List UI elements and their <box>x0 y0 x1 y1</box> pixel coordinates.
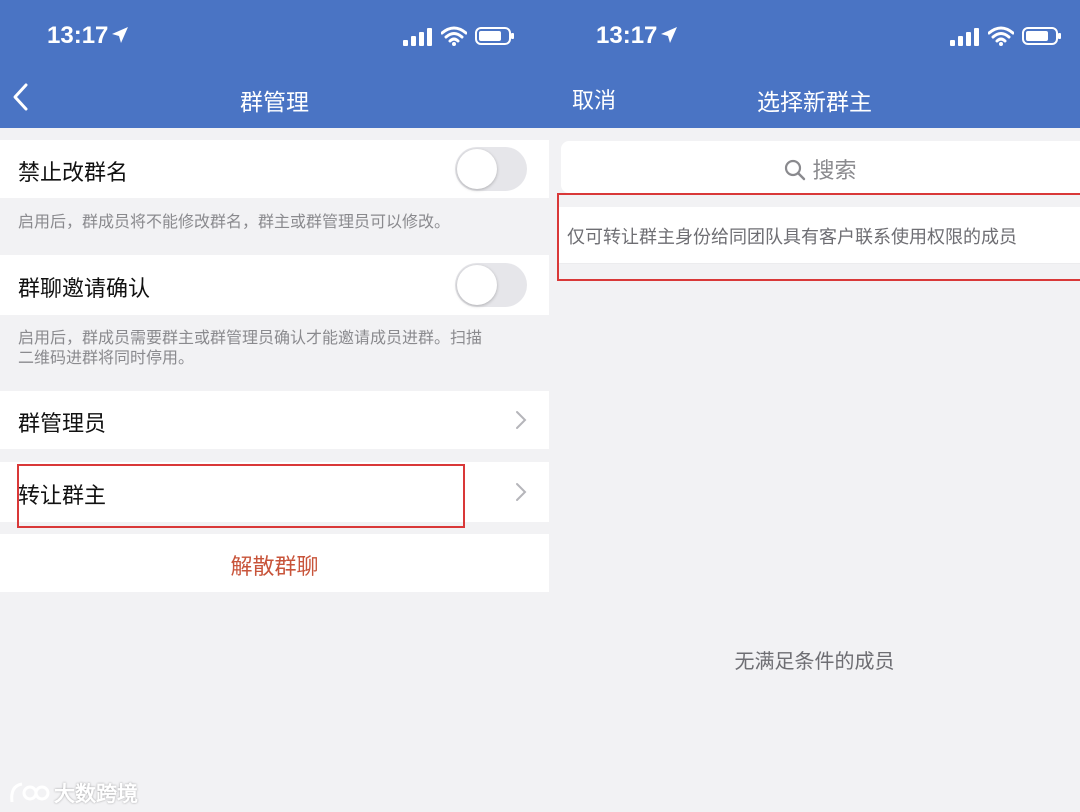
invite-confirm-toggle[interactable] <box>455 263 527 307</box>
rename-lock-hint: 启用后，群成员将不能修改群名，群主或群管理员可以修改。 <box>18 212 451 231</box>
search-bar[interactable]: 搜索 <box>561 141 1080 193</box>
watermark: 大数跨境 <box>8 776 138 810</box>
highlight-box-notice <box>557 193 1080 281</box>
wifi-icon <box>988 26 1014 46</box>
dissolve-group-button[interactable]: 解散群聊 <box>0 549 549 581</box>
location-arrow-icon <box>112 27 128 43</box>
status-time: 13:17 <box>596 22 658 49</box>
battery-icon <box>475 27 514 45</box>
watermark-logo-icon <box>10 782 50 803</box>
dissolve-group-row[interactable]: 解散群聊 <box>0 534 549 592</box>
chevron-right-icon <box>516 411 527 429</box>
search-field[interactable]: 搜索 <box>561 153 1080 185</box>
rename-lock-label: 禁止改群名 <box>18 161 129 186</box>
invite-confirm-row: 群聊邀请确认 <box>0 255 549 315</box>
cellular-signal-icon <box>403 28 432 46</box>
group-admins-row[interactable]: 群管理员 <box>0 391 549 449</box>
status-icons <box>403 26 514 46</box>
location-arrow-icon <box>661 27 677 43</box>
toggle-knob <box>457 265 497 305</box>
search-placeholder: 搜索 <box>812 159 857 184</box>
battery-icon <box>1022 27 1061 45</box>
invite-confirm-label: 群聊邀请确认 <box>18 277 151 302</box>
chevron-right-icon <box>516 483 527 501</box>
toggle-knob <box>457 149 497 189</box>
group-management-screen: 13:17 群管理 禁止改群名 启用后，群成员将不能修改群名，群主或群管理员可以… <box>0 0 549 812</box>
search-icon <box>785 159 806 181</box>
wifi-icon <box>441 26 467 46</box>
nav-header: 13:17 取消 选择新群主 <box>549 0 1080 128</box>
select-new-owner-screen: 13:17 取消 选择新群主 搜索 仅可转让群主身份给同团队具有客户联系使用权限… <box>549 0 1080 812</box>
empty-state-text: 无满足条件的成员 <box>734 649 895 673</box>
invite-confirm-hint: 启用后，群成员需要群主或群管理员确认才能邀请成员进群。扫描 二维码进群将同时停用… <box>18 328 527 368</box>
highlight-box-transfer <box>17 464 465 528</box>
rename-lock-toggle[interactable] <box>455 147 527 191</box>
rename-lock-row: 禁止改群名 <box>0 140 549 198</box>
invite-confirm-hint-line2: 二维码进群将同时停用。 <box>18 348 195 367</box>
page-title: 群管理 <box>240 90 309 116</box>
status-time: 13:17 <box>47 22 109 49</box>
watermark-text: 大数跨境 <box>54 782 138 806</box>
nav-header: 13:17 群管理 <box>0 0 549 128</box>
invite-confirm-hint-line1: 启用后，群成员需要群主或群管理员确认才能邀请成员进群。扫描 <box>18 328 483 347</box>
cellular-signal-icon <box>950 28 979 46</box>
page-title: 选择新群主 <box>757 90 872 116</box>
status-icons <box>950 26 1061 46</box>
group-admins-label: 群管理员 <box>18 412 107 437</box>
